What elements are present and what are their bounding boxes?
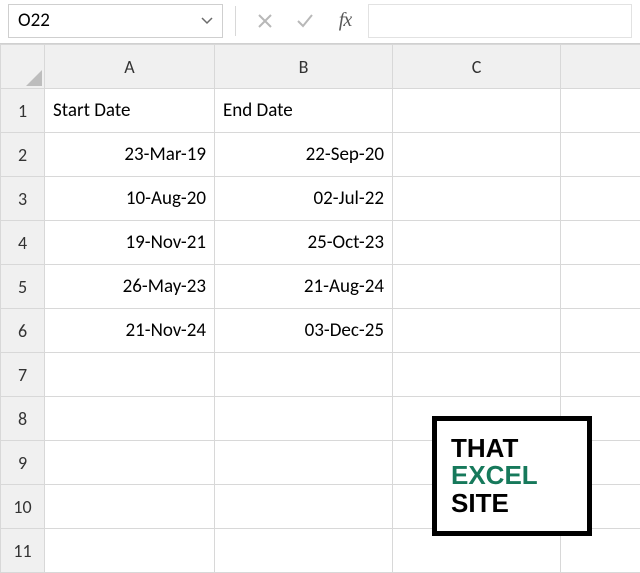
cell-D1[interactable]: [561, 89, 640, 133]
cell-C1[interactable]: [393, 89, 561, 133]
cell-B2[interactable]: 22-Sep-20: [215, 133, 393, 177]
cell-A11[interactable]: [45, 529, 215, 573]
row-header-11[interactable]: 11: [1, 529, 45, 573]
row-header-8[interactable]: 8: [1, 397, 45, 441]
row-5: 5 26-May-23 21-Aug-24: [1, 265, 640, 309]
row-header-6[interactable]: 6: [1, 309, 45, 353]
divider: [235, 6, 236, 36]
cell-D3[interactable]: [561, 177, 640, 221]
cell-A4[interactable]: 19-Nov-21: [45, 221, 215, 265]
cell-C4[interactable]: [393, 221, 561, 265]
cell-A2[interactable]: 23-Mar-19: [45, 133, 215, 177]
row-header-1[interactable]: 1: [1, 89, 45, 133]
row-header-9[interactable]: 9: [1, 441, 45, 485]
cell-B11[interactable]: [215, 529, 393, 573]
row-2: 2 23-Mar-19 22-Sep-20: [1, 133, 640, 177]
row-1: 1 Start Date End Date: [1, 89, 640, 133]
cell-B8[interactable]: [215, 397, 393, 441]
cell-C5[interactable]: [393, 265, 561, 309]
cell-B7[interactable]: [215, 353, 393, 397]
cell-C6[interactable]: [393, 309, 561, 353]
cancel-button[interactable]: [248, 6, 282, 36]
cell-D5[interactable]: [561, 265, 640, 309]
column-header-d[interactable]: [561, 45, 640, 89]
column-header-row: A B C: [1, 45, 640, 89]
cell-A6[interactable]: 21-Nov-24: [45, 309, 215, 353]
select-all-triangle-icon: [26, 70, 42, 86]
fx-icon: fx: [339, 9, 351, 32]
cell-A7[interactable]: [45, 353, 215, 397]
row-header-7[interactable]: 7: [1, 353, 45, 397]
column-header-a[interactable]: A: [45, 45, 215, 89]
row-6: 6 21-Nov-24 03-Dec-25: [1, 309, 640, 353]
cell-D4[interactable]: [561, 221, 640, 265]
name-box-value: O22: [18, 9, 197, 32]
row-header-5[interactable]: 5: [1, 265, 45, 309]
row-header-10[interactable]: 10: [1, 485, 45, 529]
cell-D7[interactable]: [561, 353, 640, 397]
cell-B4[interactable]: 25-Oct-23: [215, 221, 393, 265]
row-4: 4 19-Nov-21 25-Oct-23: [1, 221, 640, 265]
check-icon: [295, 11, 315, 31]
select-all-corner[interactable]: [1, 45, 45, 89]
cell-A10[interactable]: [45, 485, 215, 529]
logo-line-2: EXCEL: [451, 462, 587, 489]
cell-B1[interactable]: End Date: [215, 89, 393, 133]
row-3: 3 10-Aug-20 02-Jul-22: [1, 177, 640, 221]
column-header-b[interactable]: B: [215, 45, 393, 89]
cell-D6[interactable]: [561, 309, 640, 353]
name-box[interactable]: O22: [8, 4, 223, 38]
cell-B3[interactable]: 02-Jul-22: [215, 177, 393, 221]
cell-A8[interactable]: [45, 397, 215, 441]
cell-A5[interactable]: 26-May-23: [45, 265, 215, 309]
formula-input[interactable]: [368, 4, 632, 38]
cell-B6[interactable]: 03-Dec-25: [215, 309, 393, 353]
cell-A9[interactable]: [45, 441, 215, 485]
cell-B5[interactable]: 21-Aug-24: [215, 265, 393, 309]
column-header-c[interactable]: C: [393, 45, 561, 89]
logo-line-3: SITE: [451, 490, 587, 517]
cell-A1[interactable]: Start Date: [45, 89, 215, 133]
cell-B9[interactable]: [215, 441, 393, 485]
enter-button[interactable]: [288, 6, 322, 36]
spreadsheet-grid: A B C 1 Start Date End Date 2 23-Mar-19 …: [0, 44, 640, 573]
row-header-3[interactable]: 3: [1, 177, 45, 221]
cell-C7[interactable]: [393, 353, 561, 397]
logo-line-1: THAT: [451, 435, 587, 462]
cell-C3[interactable]: [393, 177, 561, 221]
chevron-down-icon[interactable]: [197, 11, 217, 31]
cell-B10[interactable]: [215, 485, 393, 529]
row-7: 7: [1, 353, 640, 397]
x-icon: [256, 12, 274, 30]
watermark-logo: THAT EXCEL SITE: [432, 416, 592, 536]
row-header-4[interactable]: 4: [1, 221, 45, 265]
row-header-2[interactable]: 2: [1, 133, 45, 177]
cell-C2[interactable]: [393, 133, 561, 177]
insert-function-button[interactable]: fx: [328, 6, 362, 36]
cell-A3[interactable]: 10-Aug-20: [45, 177, 215, 221]
cell-D2[interactable]: [561, 133, 640, 177]
formula-bar: O22 fx: [0, 0, 640, 44]
